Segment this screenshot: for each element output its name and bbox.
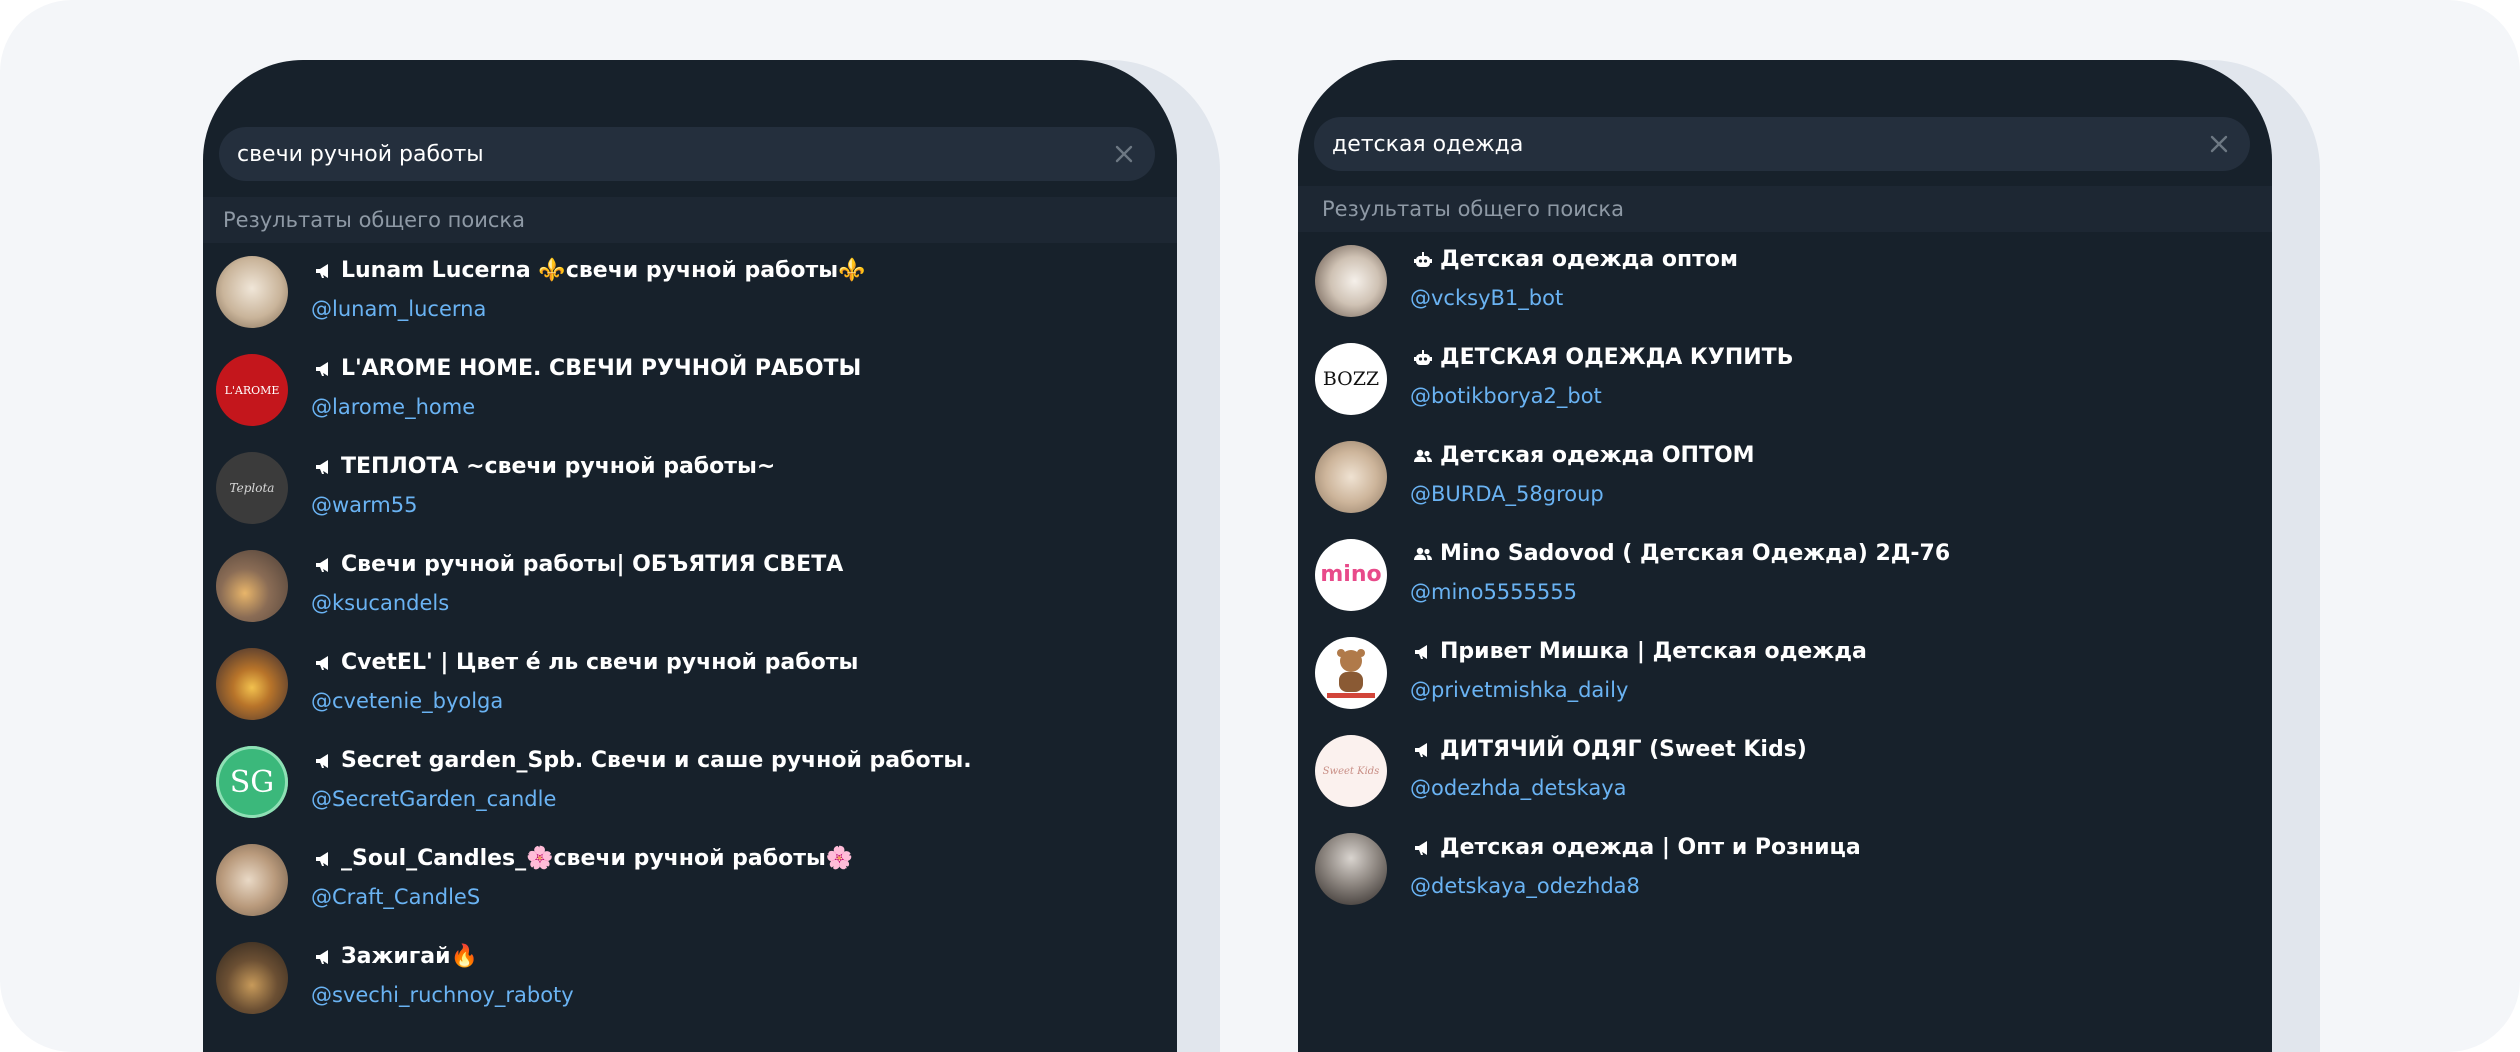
result-title: L'AROME HOME. СВЕЧИ РУЧНОЙ РАБОТЫ — [313, 356, 861, 381]
result-username-link[interactable]: @warm55 — [311, 493, 418, 517]
channel-icon — [316, 361, 328, 376]
group-icon — [1414, 547, 1432, 560]
list-item[interactable]: Зажигай🔥 @svechi_ruchnoy_raboty — [203, 929, 1177, 1027]
clear-search-icon[interactable] — [2206, 131, 2232, 157]
result-title: Свечи ручной работы| ОБЪЯТИЯ СВЕТА — [313, 552, 843, 577]
avatar — [216, 844, 288, 916]
search-input[interactable] — [1332, 117, 2081, 171]
group-icon — [1414, 449, 1432, 462]
avatar-text: Sweet Kids — [1322, 765, 1380, 777]
left-search-panel: Результаты общего поиска Lunam Lucerna ⚜… — [203, 60, 1177, 1052]
avatar — [1315, 245, 1387, 317]
result-title: _Soul_Candles_🌸свечи ручной работы🌸 — [313, 846, 853, 871]
avatar: Sweet Kids — [1315, 735, 1387, 807]
channel-icon — [1415, 742, 1427, 757]
canvas: Результаты общего поиска Lunam Lucerna ⚜… — [0, 0, 2520, 1052]
result-username-link[interactable]: @BURDA_58group — [1410, 482, 1604, 506]
channel-icon — [316, 949, 328, 964]
global-search-section-header: Результаты общего поиска — [1298, 186, 2272, 232]
avatar-text: mino — [1320, 562, 1382, 587]
result-title: Secret garden_Spb. Свечи и саше ручной р… — [313, 748, 972, 773]
avatar — [216, 648, 288, 720]
right-search-panel: Результаты общего поиска Детская одежда … — [1298, 60, 2272, 1052]
result-title: Зажигай🔥 — [313, 944, 478, 969]
channel-icon — [316, 851, 328, 866]
result-username-link[interactable]: @SecretGarden_candle — [311, 787, 556, 811]
result-title: Детская одежда ОПТОМ — [1412, 443, 1755, 468]
channel-icon — [316, 459, 328, 474]
bot-icon — [1414, 251, 1432, 267]
search-bar[interactable] — [219, 127, 1155, 181]
list-item[interactable]: BOZZ ДЕТСКАЯ ОДЕЖДА КУПИТЬ @botikborya2_… — [1302, 330, 2272, 428]
section-title: Результаты общего поиска — [223, 208, 525, 232]
bot-icon — [1414, 349, 1432, 365]
result-title: CvetEL' | Цвет é ль свечи ручной работы — [313, 650, 858, 675]
result-title: Привет Мишка | Детская одежда — [1412, 639, 1867, 664]
result-title: Mino Sadovod ( Детская Одежда) 2Д-76 — [1412, 541, 1950, 566]
result-username-link[interactable]: @ksucandels — [311, 591, 449, 615]
avatar — [216, 256, 288, 328]
search-bar[interactable] — [1314, 117, 2250, 171]
avatar — [216, 550, 288, 622]
avatar — [216, 942, 288, 1014]
search-input[interactable] — [237, 127, 986, 181]
avatar-text: Teplota — [229, 481, 275, 495]
avatar — [1315, 637, 1387, 709]
channel-icon — [1415, 644, 1427, 659]
result-username-link[interactable]: @odezhda_detskaya — [1410, 776, 1627, 800]
result-username-link[interactable]: @lunam_lucerna — [311, 297, 486, 321]
result-username-link[interactable]: @botikborya2_bot — [1410, 384, 1602, 408]
list-item[interactable]: Teplota ТЕПЛОТА ~свечи ручной работы~ @w… — [203, 439, 1177, 537]
global-search-section-header: Результаты общего поиска — [203, 197, 1177, 243]
section-title: Результаты общего поиска — [1322, 197, 1624, 221]
list-item[interactable]: mino Mino Sadovod ( Детская Одежда) 2Д-7… — [1302, 526, 2272, 624]
avatar: BOZZ — [1315, 343, 1387, 415]
list-item[interactable]: Sweet Kids ДИТЯЧИЙ ОДЯГ (Sweet Kids) @od… — [1302, 722, 2272, 820]
result-title: ДЕТСКАЯ ОДЕЖДА КУПИТЬ — [1412, 345, 1793, 370]
result-title: ДИТЯЧИЙ ОДЯГ (Sweet Kids) — [1412, 737, 1807, 762]
avatar: L'AROME — [216, 354, 288, 426]
list-item[interactable]: _Soul_Candles_🌸свечи ручной работы🌸 @Cra… — [203, 831, 1177, 929]
list-item[interactable]: L'AROME L'AROME HOME. СВЕЧИ РУЧНОЙ РАБОТ… — [203, 341, 1177, 439]
avatar-text: BOZZ — [1322, 368, 1380, 390]
avatar: Teplota — [216, 452, 288, 524]
result-username-link[interactable]: @svechi_ruchnoy_raboty — [311, 983, 574, 1007]
channel-icon — [316, 753, 328, 768]
avatar — [1315, 441, 1387, 513]
channel-icon — [316, 557, 328, 572]
result-username-link[interactable]: @detskaya_odezhda8 — [1410, 874, 1640, 898]
list-item[interactable]: Детская одежда | Опт и Розница @detskaya… — [1302, 820, 2272, 918]
result-title: Детская одежда | Опт и Розница — [1412, 835, 1861, 860]
result-username-link[interactable]: @vcksyB1_bot — [1410, 286, 1563, 310]
clear-search-icon[interactable] — [1111, 141, 1137, 167]
avatar: mino — [1315, 539, 1387, 611]
channel-icon — [1415, 840, 1427, 855]
list-item[interactable]: Детская одежда оптом @vcksyB1_bot — [1302, 232, 2272, 330]
list-item[interactable]: Lunam Lucerna ⚜️свечи ручной работы⚜️ @l… — [203, 243, 1177, 341]
avatar — [1315, 833, 1387, 905]
result-title: Lunam Lucerna ⚜️свечи ручной работы⚜️ — [313, 258, 866, 283]
channel-icon — [316, 263, 328, 278]
list-item[interactable]: CvetEL' | Цвет é ль свечи ручной работы … — [203, 635, 1177, 733]
result-title: ТЕПЛОТА ~свечи ручной работы~ — [313, 454, 775, 479]
result-username-link[interactable]: @mino5555555 — [1410, 580, 1577, 604]
result-username-link[interactable]: @cvetenie_byolga — [311, 689, 503, 713]
channel-icon — [316, 655, 328, 670]
list-item[interactable]: SG Secret garden_Spb. Свечи и саше ручно… — [203, 733, 1177, 831]
result-title: Детская одежда оптом — [1412, 247, 1738, 272]
list-item[interactable]: Детская одежда ОПТОМ @BURDA_58group — [1302, 428, 2272, 526]
list-item[interactable]: Привет Мишка | Детская одежда @privetmis… — [1302, 624, 2272, 722]
avatar-text: L'AROME — [224, 383, 280, 397]
list-item[interactable]: Свечи ручной работы| ОБЪЯТИЯ СВЕТА @ksuc… — [203, 537, 1177, 635]
result-username-link[interactable]: @privetmishka_daily — [1410, 678, 1628, 702]
result-username-link[interactable]: @larome_home — [311, 395, 475, 419]
avatar: SG — [216, 746, 288, 818]
result-username-link[interactable]: @Craft_CandleS — [311, 885, 480, 909]
avatar-text: SG — [229, 764, 275, 800]
